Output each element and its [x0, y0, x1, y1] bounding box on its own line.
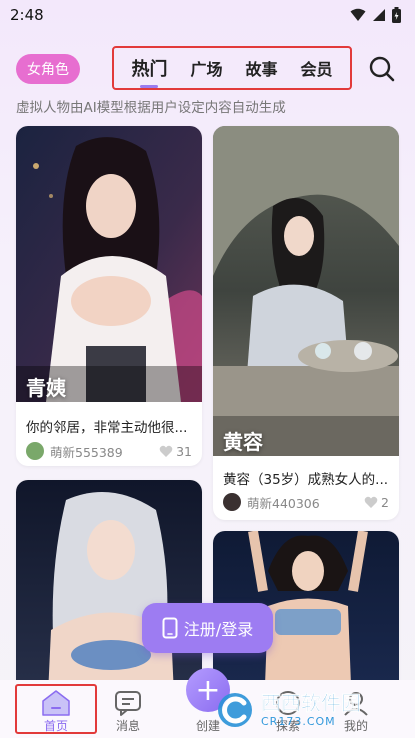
like-count[interactable]: 2 [364, 495, 389, 510]
like-count-value: 31 [176, 443, 192, 459]
gender-filter-button[interactable]: 女角色 [16, 54, 80, 84]
site-watermark: 西西软件园 CR173.COM [213, 690, 403, 730]
status-time: 2:48 [10, 6, 44, 24]
register-login-button[interactable]: 注册/登录 [142, 603, 273, 653]
watermark-url: CR173.COM [261, 715, 336, 728]
character-name: 黄容 [223, 430, 263, 454]
avatar [26, 442, 44, 460]
register-login-label: 注册/登录 [183, 620, 254, 639]
character-image [213, 126, 399, 456]
card-meta: 萌新555389 31 [26, 441, 192, 461]
tab-story[interactable]: 故事 [245, 56, 277, 80]
avatar [223, 493, 241, 511]
status-bar: 2:48 [0, 0, 415, 30]
nav-messages[interactable]: 消息 [98, 684, 158, 734]
message-icon [115, 691, 141, 716]
phone-icon [162, 617, 178, 639]
creator-name: 萌新440306 [247, 495, 320, 511]
top-header: 女角色 热门 广场 故事 会员 [0, 44, 415, 92]
watermark-brand: 西西软件园 [261, 691, 362, 715]
search-icon[interactable] [367, 54, 397, 84]
signal-icon [373, 9, 385, 21]
battery-icon [392, 7, 401, 23]
wifi-icon [350, 8, 366, 21]
heart-icon [159, 445, 173, 457]
heart-icon [364, 496, 378, 508]
card-meta: 萌新440306 2 [223, 492, 389, 512]
character-name: 青姨 [26, 376, 66, 400]
character-description: 你的邻居，非常主动他很... [26, 420, 188, 436]
character-image [16, 126, 202, 402]
nav-messages-label: 消息 [115, 719, 140, 733]
category-tabs: 热门 广场 故事 会员 [112, 46, 352, 90]
tab-hot[interactable]: 热门 [131, 55, 167, 81]
home-highlight-box [15, 684, 97, 734]
disclaimer-text: 虚拟人物由AI模型根据用户设定内容自动生成 [16, 100, 286, 116]
creator-name: 萌新555389 [50, 444, 123, 460]
watermark-logo-icon [218, 693, 252, 727]
like-count-value: 2 [381, 494, 389, 510]
character-card[interactable]: 黄容 黄容（35岁）成熟女人的... 萌新440306 2 [213, 126, 399, 520]
character-card[interactable]: 青姨 你的邻居，非常主动他很... 萌新555389 31 [16, 126, 202, 466]
tab-member[interactable]: 会员 [300, 56, 332, 80]
status-icons [350, 7, 401, 23]
tab-square[interactable]: 广场 [190, 56, 222, 80]
like-count[interactable]: 31 [159, 444, 192, 459]
character-description: 黄容（35岁）成熟女人的... [223, 472, 389, 488]
